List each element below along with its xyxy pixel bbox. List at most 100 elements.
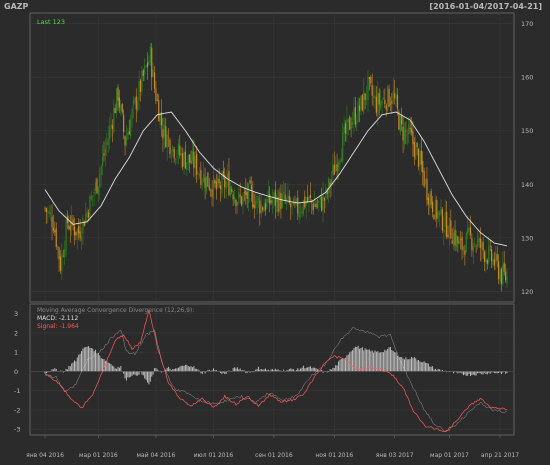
candle: [156, 99, 158, 101]
macd-histogram-bar: [176, 368, 178, 372]
candle: [396, 94, 399, 109]
macd-histogram-bar: [330, 369, 332, 372]
macd-histogram-bar: [426, 362, 428, 372]
candle: [462, 246, 465, 252]
candle: [118, 97, 121, 108]
macd-histogram-bar: [311, 368, 313, 372]
candle: [130, 119, 132, 137]
candle: [356, 121, 358, 124]
macd-histogram-bar: [151, 371, 153, 377]
macd-histogram-bar: [83, 347, 85, 372]
candle: [99, 174, 101, 188]
macd-histogram-bar: [411, 356, 413, 372]
candle: [451, 240, 453, 244]
candle: [309, 194, 312, 198]
candle: [179, 145, 181, 156]
macd-histogram-bar: [277, 369, 279, 372]
macd-histogram-bar: [182, 365, 184, 372]
macd-histogram-bar: [45, 371, 47, 374]
candle: [210, 189, 212, 191]
macd-histogram-bar: [65, 368, 67, 372]
candle: [328, 178, 330, 193]
macd-tick-label: -1: [14, 387, 20, 395]
candle: [250, 185, 253, 190]
candle: [365, 96, 368, 98]
candle: [344, 123, 347, 134]
candle: [249, 180, 251, 184]
candle: [146, 62, 149, 68]
candle: [448, 217, 451, 235]
macd-histogram-bar: [54, 368, 56, 372]
candle: [395, 96, 397, 100]
candle: [416, 142, 418, 147]
candle: [493, 259, 495, 266]
macd-histogram-bar: [409, 358, 411, 372]
chart-canvas: 120 130 140 150 160 170 Last 123 -3 -2 -1 0 1 2 3 Mov…: [14, 12, 533, 459]
macd-histogram-bar: [387, 348, 389, 372]
candle: [394, 93, 396, 99]
candle: [65, 219, 67, 252]
candle: [405, 131, 407, 132]
candle: [93, 192, 95, 194]
candle: [51, 216, 53, 228]
macd-histogram-bar: [144, 371, 146, 379]
macd-histogram-bar: [262, 369, 264, 372]
candle: [200, 169, 202, 185]
macd-histogram-bar: [378, 352, 380, 372]
candle: [47, 210, 49, 213]
macd-histogram-bar: [370, 351, 372, 372]
macd-histogram-bar: [485, 371, 487, 374]
macd-histogram-bar: [439, 369, 441, 372]
candle: [253, 204, 255, 209]
macd-histogram-bar: [69, 366, 71, 372]
candle: [297, 197, 299, 214]
candle: [489, 245, 491, 247]
candle: [79, 231, 81, 238]
candle: [264, 203, 267, 211]
macd-histogram-bar: [291, 369, 293, 372]
candle: [124, 135, 126, 146]
date-range-label: [2016-01-04/2017-04-21]: [429, 2, 542, 11]
candle: [431, 201, 434, 213]
macd-tick-label: 3: [14, 310, 18, 318]
macd-histogram-bar: [274, 368, 276, 372]
candle: [454, 229, 456, 246]
candle: [458, 240, 460, 244]
macd-histogram-bar: [132, 371, 134, 375]
macd-histogram-bar: [385, 350, 387, 372]
macd-histogram-bar: [297, 368, 299, 372]
candle: [180, 153, 182, 156]
candle: [287, 194, 289, 199]
candle: [125, 137, 128, 146]
macd-histogram-bar: [352, 350, 354, 372]
candle: [434, 199, 436, 220]
macd-histogram-bar: [124, 371, 126, 379]
macd-histogram-bar: [128, 371, 130, 378]
macd-tick-label: 0: [14, 368, 18, 376]
candle: [413, 141, 415, 157]
macd-histogram-bar: [267, 369, 269, 372]
candle: [135, 96, 137, 110]
candle: [162, 129, 164, 139]
candle: [496, 254, 498, 261]
candle: [96, 178, 98, 194]
candle: [368, 77, 370, 80]
macd-histogram-bar: [437, 368, 439, 372]
candle: [205, 176, 208, 192]
macd-histogram-bar: [263, 369, 265, 372]
macd-histogram-bar: [350, 351, 352, 372]
candle: [242, 195, 244, 204]
macd-tick-label: -3: [14, 426, 20, 434]
candle: [291, 202, 293, 204]
macd-histogram-bar: [489, 371, 491, 374]
candle: [364, 93, 366, 100]
macd-histogram-bar: [189, 366, 191, 372]
macd-histogram-bar: [469, 371, 471, 377]
macd-histogram-bar: [405, 357, 407, 372]
candle: [176, 155, 178, 157]
candle: [108, 127, 111, 140]
candle: [301, 210, 303, 214]
macd-histogram-bar: [173, 369, 175, 372]
candle: [402, 126, 404, 141]
candle: [75, 231, 77, 236]
